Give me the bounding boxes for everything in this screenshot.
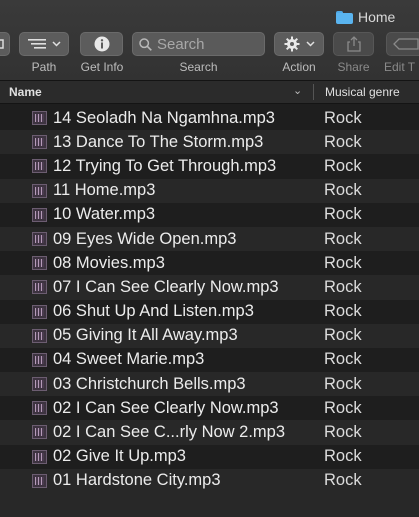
file-genre: Rock xyxy=(324,302,362,321)
file-name: 11 Home.mp3 xyxy=(53,181,156,200)
get-info-button[interactable] xyxy=(80,32,123,56)
list-icon xyxy=(27,39,46,49)
file-name: 05 Giving It All Away.mp3 xyxy=(53,326,238,345)
audio-file-icon xyxy=(32,449,47,464)
column-header: Name ⌄ Musical genre xyxy=(0,81,419,104)
file-name: 13 Dance To The Storm.mp3 xyxy=(53,132,264,151)
audio-file-icon xyxy=(32,183,47,198)
file-row[interactable]: 05 Giving It All Away.mp3 Rock xyxy=(0,323,419,348)
column-divider[interactable] xyxy=(313,84,314,100)
chevron-down-icon xyxy=(305,41,315,47)
file-genre: Rock xyxy=(324,277,362,296)
audio-file-icon xyxy=(32,304,47,319)
file-list: 14 Seoladh Na Ngamhna.mp3 Rock 13 Dance T… xyxy=(0,106,419,517)
column-genre-header[interactable]: Musical genre xyxy=(325,85,400,99)
file-name: 03 Christchurch Bells.mp3 xyxy=(53,374,246,393)
file-name: 02 I Can See C...rly Now 2.mp3 xyxy=(53,423,286,442)
search-input[interactable] xyxy=(157,35,257,53)
file-row[interactable]: 13 Dance To The Storm.mp3 Rock xyxy=(0,130,419,155)
file-row[interactable]: 07 I Can See Clearly Now.mp3 Rock xyxy=(0,275,419,300)
edit-tags-button[interactable] xyxy=(386,32,419,56)
file-genre: Rock xyxy=(324,471,362,490)
file-genre: Rock xyxy=(324,156,362,175)
tag-icon xyxy=(393,38,419,50)
share-button[interactable] xyxy=(333,32,374,56)
file-name: 07 I Can See Clearly Now.mp3 xyxy=(53,277,279,296)
file-name: 02 I Can See Clearly Now.mp3 xyxy=(53,398,279,417)
search-icon xyxy=(139,37,152,51)
info-icon xyxy=(94,36,109,52)
grid-icon xyxy=(0,39,4,49)
file-genre: Rock xyxy=(324,398,362,417)
file-row[interactable]: 04 Sweet Marie.mp3 Rock xyxy=(0,347,419,373)
file-genre: Rock xyxy=(324,108,362,127)
file-row[interactable]: 02 Give It Up.mp3 Rock xyxy=(0,444,419,469)
file-genre: Rock xyxy=(324,447,362,466)
empty-row xyxy=(0,493,419,517)
audio-file-icon xyxy=(32,401,47,416)
file-name: 09 Eyes Wide Open.mp3 xyxy=(53,229,237,248)
audio-file-icon xyxy=(32,231,47,246)
file-genre: Rock xyxy=(324,253,362,272)
audio-file-icon xyxy=(32,256,47,271)
file-name: 12 Trying To Get Through.mp3 xyxy=(53,156,277,175)
audio-file-icon xyxy=(32,425,47,440)
audio-file-icon xyxy=(32,352,47,367)
action-label: Action xyxy=(282,60,316,74)
file-row[interactable]: 10 Water.mp3 Rock xyxy=(0,202,419,227)
file-row[interactable]: 11 Home.mp3 Rock xyxy=(0,178,419,203)
file-genre: Rock xyxy=(324,350,362,369)
path-button[interactable] xyxy=(19,32,69,56)
file-name: 08 Movies.mp3 xyxy=(53,253,165,272)
file-row[interactable]: 02 I Can See Clearly Now.mp3 Rock xyxy=(0,396,419,421)
audio-file-icon xyxy=(32,111,47,125)
audio-file-icon xyxy=(32,135,47,150)
file-genre: Rock xyxy=(324,423,362,442)
file-name: 02 Give It Up.mp3 xyxy=(53,447,186,466)
file-genre: Rock xyxy=(324,205,362,224)
edit-tags-label: Edit T xyxy=(384,60,416,74)
get-info-label: Get Info xyxy=(80,60,124,74)
audio-file-icon xyxy=(32,328,47,343)
file-row[interactable]: 09 Eyes Wide Open.mp3 Rock xyxy=(0,226,419,252)
file-row[interactable]: 01 Hardstone City.mp3 Rock xyxy=(0,468,419,493)
file-name: 01 Hardstone City.mp3 xyxy=(53,471,221,490)
file-name: 06 Shut Up And Listen.mp3 xyxy=(53,302,254,321)
file-genre: Rock xyxy=(324,326,362,345)
file-genre: Rock xyxy=(324,374,362,393)
sort-chevron-icon: ⌄ xyxy=(293,85,303,97)
audio-file-icon xyxy=(32,207,47,222)
audio-file-icon xyxy=(32,280,47,295)
file-genre: Rock xyxy=(324,181,362,200)
gear-icon xyxy=(284,36,299,52)
file-row[interactable]: 08 Movies.mp3 Rock xyxy=(0,251,419,276)
audio-file-icon xyxy=(32,473,47,488)
file-row[interactable]: 12 Trying To Get Through.mp3 Rock xyxy=(0,154,419,179)
share-icon xyxy=(346,36,361,52)
view-mode-button[interactable] xyxy=(0,32,10,56)
file-row[interactable]: 14 Seoladh Na Ngamhna.mp3 Rock xyxy=(0,106,419,131)
toolbar: Home Path Get Info Search Search Action … xyxy=(0,0,419,81)
audio-file-icon xyxy=(32,377,47,392)
file-row[interactable]: 03 Christchurch Bells.mp3 Rock xyxy=(0,372,419,397)
share-label: Share xyxy=(337,60,370,74)
search-label: Search xyxy=(179,60,218,74)
window-title-label: Home xyxy=(358,9,396,25)
folder-icon xyxy=(336,10,353,24)
action-button[interactable] xyxy=(274,32,324,56)
file-row[interactable]: 02 I Can See C...rly Now 2.mp3 Rock xyxy=(0,420,419,445)
file-name: 10 Water.mp3 xyxy=(53,205,156,224)
file-genre: Rock xyxy=(324,132,362,151)
audio-file-icon xyxy=(32,159,47,174)
file-name: 14 Seoladh Na Ngamhna.mp3 xyxy=(53,108,275,127)
path-label: Path xyxy=(31,60,57,74)
search-field[interactable] xyxy=(132,32,265,56)
chevron-down-icon xyxy=(51,41,61,47)
window-title: Home xyxy=(336,8,395,26)
file-genre: Rock xyxy=(324,229,362,248)
file-row[interactable]: 06 Shut Up And Listen.mp3 Rock xyxy=(0,299,419,324)
file-name: 04 Sweet Marie.mp3 xyxy=(53,350,205,369)
column-name-header[interactable]: Name xyxy=(9,85,42,99)
